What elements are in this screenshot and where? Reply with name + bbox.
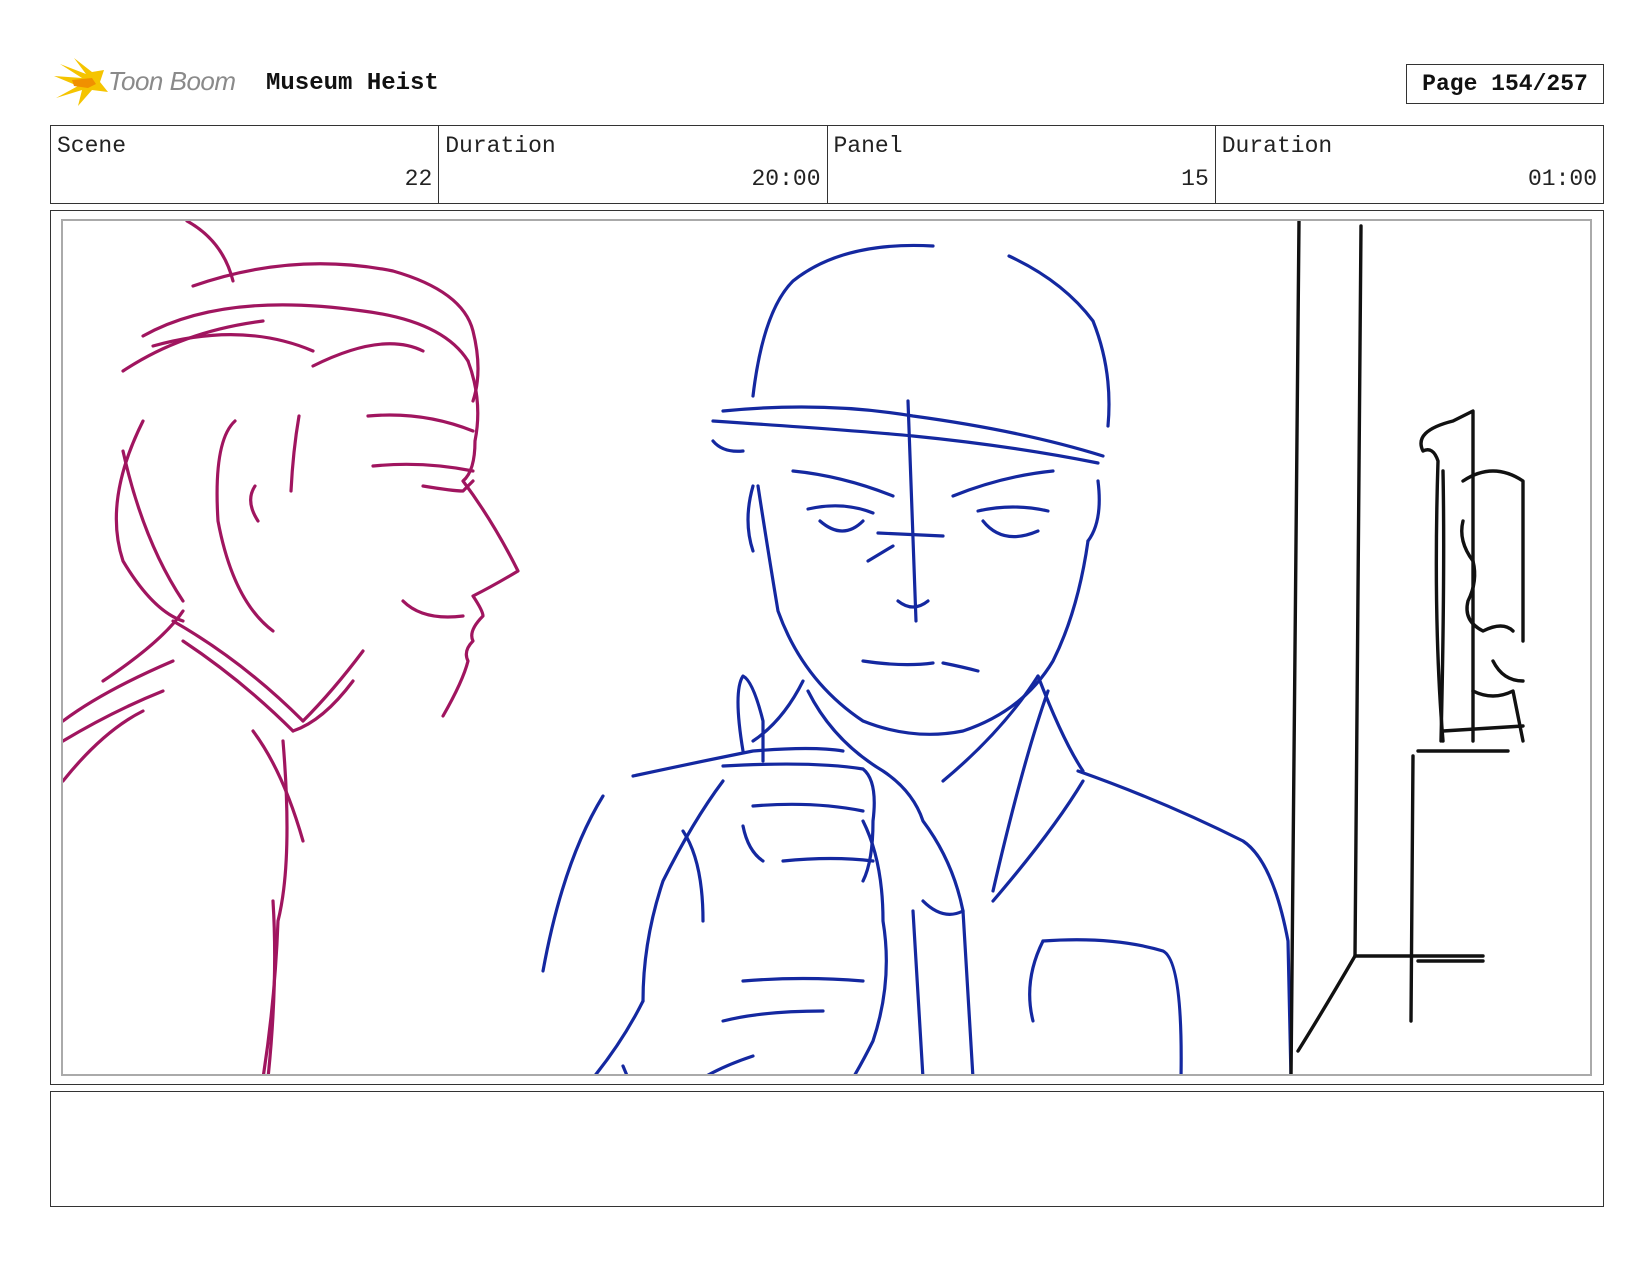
background-sketch bbox=[1289, 221, 1525, 1074]
scene-duration-label: Duration bbox=[445, 133, 556, 159]
scene-duration-value: 20:00 bbox=[751, 166, 821, 192]
panel-duration-cell: Duration 01:00 bbox=[1216, 126, 1603, 203]
panel-notes-box bbox=[50, 1091, 1604, 1207]
scene-cell: Scene 22 bbox=[51, 126, 440, 203]
sketch-drawing bbox=[63, 221, 1525, 1074]
storyboard-panel bbox=[50, 210, 1604, 1085]
scene-value: 22 bbox=[404, 166, 433, 192]
scene-duration-cell: Duration 20:00 bbox=[439, 126, 828, 203]
panel-duration-value: 01:00 bbox=[1527, 166, 1597, 192]
panel-label: Panel bbox=[833, 133, 903, 159]
info-table: Scene 22 Duration 20:00 Panel 15 Duratio… bbox=[50, 125, 1604, 204]
left-character-sketch bbox=[63, 221, 520, 1074]
panel-value: 15 bbox=[1181, 166, 1209, 192]
scene-label: Scene bbox=[57, 133, 127, 159]
panel-duration-label: Duration bbox=[1221, 133, 1333, 159]
page-indicator: Page 154/257 bbox=[1406, 64, 1604, 104]
project-title: Museum Heist bbox=[266, 70, 439, 97]
panel-cell: Panel 15 bbox=[828, 126, 1216, 203]
guard-sketch bbox=[541, 243, 1293, 1074]
logo-text: Toon Boom bbox=[108, 66, 236, 96]
panel-drawing-area bbox=[61, 219, 1592, 1076]
toon-boom-logo: Toon Boom bbox=[52, 56, 252, 108]
flame-icon bbox=[54, 58, 108, 106]
